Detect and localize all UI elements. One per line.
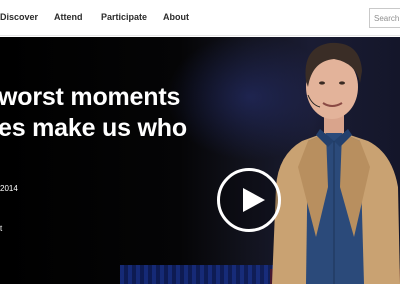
play-video-button[interactable]	[217, 168, 281, 232]
talk-date: 2014	[0, 184, 18, 193]
nav-item-discover[interactable]: Discover	[0, 12, 38, 22]
talk-meta-extra: t	[0, 224, 3, 233]
talk-title-line-1[interactable]: worst moments	[0, 83, 180, 112]
search-input[interactable]	[369, 8, 400, 28]
speaker-image	[268, 37, 400, 284]
hero-banner[interactable]: worst moments es make us who 2014 t	[0, 37, 400, 284]
speaker-figure	[272, 42, 400, 284]
stage-lights	[120, 265, 280, 284]
top-navigation: Discover Attend Participate About	[0, 0, 400, 36]
nav-item-about[interactable]: About	[163, 12, 189, 22]
play-icon	[243, 188, 265, 212]
nav-item-participate[interactable]: Participate	[101, 12, 147, 22]
talk-title-line-2[interactable]: es make us who	[0, 114, 187, 143]
nav-item-attend[interactable]: Attend	[54, 12, 83, 22]
